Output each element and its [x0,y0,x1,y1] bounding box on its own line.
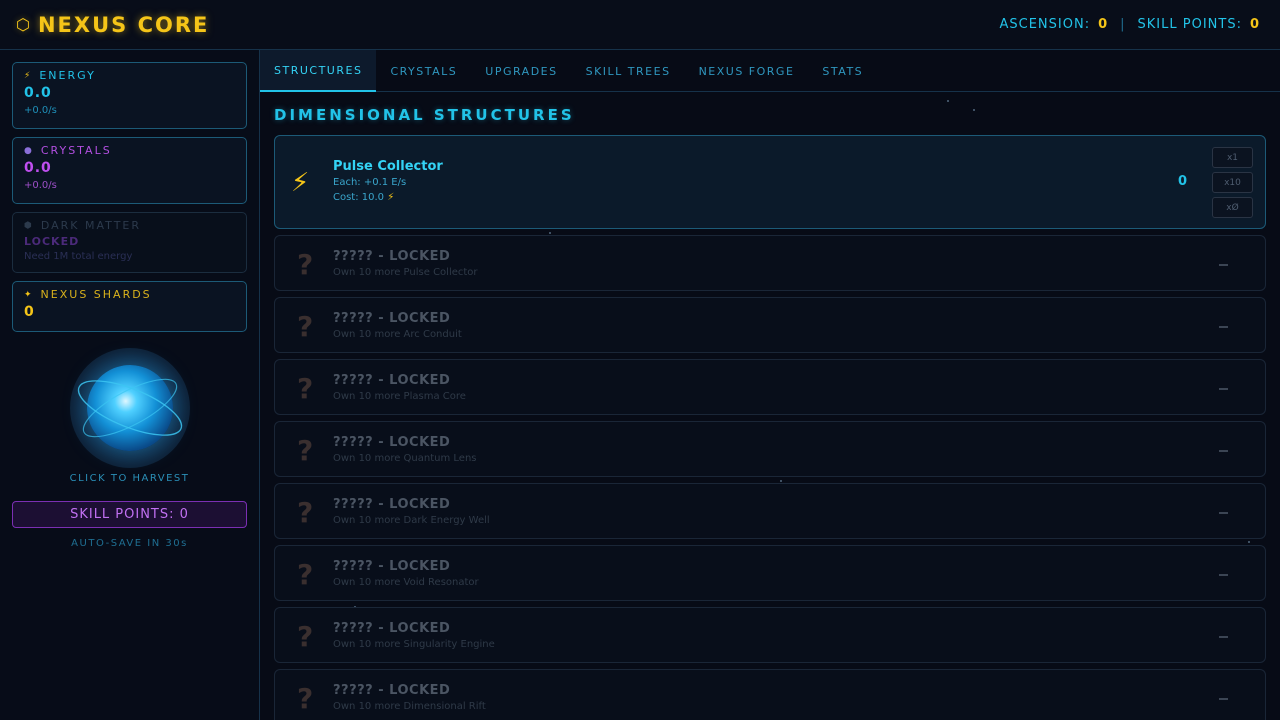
question-mark-icon: ? [297,372,314,405]
tab-nexus-forge[interactable]: NEXUS FORGE [685,50,809,92]
locked-structure-requirement: Own 10 more Dark Energy Well [333,515,490,526]
locked-structure-name: ????? - LOCKED [333,373,451,388]
tab-upgrades[interactable]: UPGRADES [471,50,571,92]
question-mark-icon: ? [297,434,314,467]
crystals-value: 0.0 [24,160,52,176]
locked-structure-requirement: Own 10 more Singularity Engine [333,639,495,650]
locked-structure-card: ? ????? - LOCKED Own 10 more Plasma Core [274,359,1266,415]
structure-card: ⚡ Pulse Collector Each: +0.1 E/s Cost: 1… [274,135,1266,229]
header-separator: | [1120,17,1126,32]
harvest-orb[interactable] [70,348,190,468]
tab-stats[interactable]: STATS [808,50,877,92]
energy-value: 0.0 [24,85,52,101]
locked-marker [1219,450,1228,452]
section-title: DIMENSIONAL STRUCTURES [274,106,575,124]
tab-crystals[interactable]: CRYSTALS [376,50,471,92]
locked-structure-name: ????? - LOCKED [333,311,451,326]
locked-marker [1219,326,1228,328]
question-mark-icon: ? [297,248,314,281]
locked-structure-name: ????? - LOCKED [333,497,451,512]
crystals-rate: +0.0/s [24,180,57,191]
tab-skill-trees[interactable]: SKILL TREES [572,50,685,92]
locked-marker [1219,512,1228,514]
locked-structure-card: ? ????? - LOCKED Own 10 more Dimensional… [274,669,1266,720]
locked-structure-card: ? ????? - LOCKED Own 10 more Arc Conduit [274,297,1266,353]
dark-matter-icon: ⬢ [24,220,34,231]
locked-structure-card: ? ????? - LOCKED Own 10 more Singularity… [274,607,1266,663]
locked-structure-card: ? ????? - LOCKED Own 10 more Quantum Len… [274,421,1266,477]
buy-max-button[interactable]: xØ [1212,197,1253,218]
locked-structure-name: ????? - LOCKED [333,249,451,264]
locked-marker [1219,574,1228,576]
main-panel: STRUCTURES CRYSTALS UPGRADES SKILL TREES… [260,50,1280,720]
locked-structure-requirement: Own 10 more Plasma Core [333,391,466,402]
nexus-shards-value: 0 [24,304,35,320]
dark-matter-status: LOCKED [24,235,80,248]
question-mark-icon: ? [297,496,314,529]
question-mark-icon: ? [297,620,314,653]
dark-matter-card: ⬢ DARK MATTER LOCKED Need 1M total energ… [12,212,247,273]
hexagon-icon: ⬡ [16,14,30,34]
tab-structures[interactable]: STRUCTURES [260,50,377,92]
autosave-timer: AUTO-SAVE IN 30s [71,538,188,549]
brand: ⬡ NEXUS CORE [16,13,209,37]
locked-structure-card: ? ????? - LOCKED Own 10 more Void Resona… [274,545,1266,601]
locked-structure-requirement: Own 10 more Quantum Lens [333,453,477,464]
ascension-value: 0 [1098,17,1109,32]
ascension-label: ASCENSION: [999,17,1091,32]
buy-x10-button[interactable]: x10 [1212,172,1253,193]
locked-structure-name: ????? - LOCKED [333,435,451,450]
question-mark-icon: ? [297,310,314,343]
skill-points-value: 0 [1249,17,1260,32]
energy-label: ENERGY [39,69,96,82]
structure-cost-text: Cost: 10.0 [333,192,385,203]
locked-marker [1219,388,1228,390]
buy-x1-button[interactable]: x1 [1212,147,1253,168]
sidebar: ⚡ ENERGY 0.0 +0.0/s ● CRYSTALS 0.0 +0.0/… [0,50,260,720]
locked-structure-name: ????? - LOCKED [333,683,451,698]
locked-structure-card: ? ????? - LOCKED Own 10 more Pulse Colle… [274,235,1266,291]
crystals-label: CRYSTALS [40,144,112,157]
locked-structure-requirement: Own 10 more Pulse Collector [333,267,478,278]
lightning-bolt-icon: ⚡ [291,168,310,198]
dark-matter-requirement: Need 1M total energy [24,251,133,262]
locked-structure-requirement: Own 10 more Void Resonator [333,577,479,588]
crystal-icon: ● [24,145,34,156]
skill-points-button[interactable]: SKILL POINTS: 0 [12,501,247,528]
top-bar: ⬡ NEXUS CORE ASCENSION: 0 | SKILL POINTS… [0,0,1280,50]
structure-owned-count: 0 [1178,174,1188,189]
locked-structure-requirement: Own 10 more Dimensional Rift [333,701,486,712]
locked-structure-card: ? ????? - LOCKED Own 10 more Dark Energy… [274,483,1266,539]
sparkle-icon: ✦ [24,289,34,300]
nexus-shards-label: NEXUS SHARDS [40,288,152,301]
skill-points-label: SKILL POINTS: [1137,17,1242,32]
orbit-rings-icon [77,378,183,438]
dark-matter-label: DARK MATTER [40,219,142,232]
lightning-icon: ⚡ [24,70,33,81]
energy-rate: +0.0/s [24,105,57,116]
structure-cost: Cost: 10.0 ⚡ [333,192,394,203]
structure-production: Each: +0.1 E/s [333,177,407,188]
question-mark-icon: ? [297,558,314,591]
locked-structure-requirement: Own 10 more Arc Conduit [333,329,462,340]
nexus-shards-card: ✦ NEXUS SHARDS 0 [12,281,247,332]
click-to-harvest-label: CLICK TO HARVEST [69,473,190,484]
energy-cost-icon: ⚡ [387,192,395,203]
locked-structure-name: ????? - LOCKED [333,621,451,636]
tab-bar: STRUCTURES CRYSTALS UPGRADES SKILL TREES… [260,50,1280,92]
locked-marker [1219,636,1228,638]
structure-name: Pulse Collector [333,159,443,174]
crystals-card: ● CRYSTALS 0.0 +0.0/s [12,137,247,204]
header-stats: ASCENSION: 0 | SKILL POINTS: 0 [999,17,1260,32]
locked-structure-name: ????? - LOCKED [333,559,451,574]
locked-marker [1219,264,1228,266]
locked-marker [1219,698,1228,700]
question-mark-icon: ? [297,682,314,715]
energy-card: ⚡ ENERGY 0.0 +0.0/s [12,62,247,129]
game-title: NEXUS CORE [37,12,210,37]
